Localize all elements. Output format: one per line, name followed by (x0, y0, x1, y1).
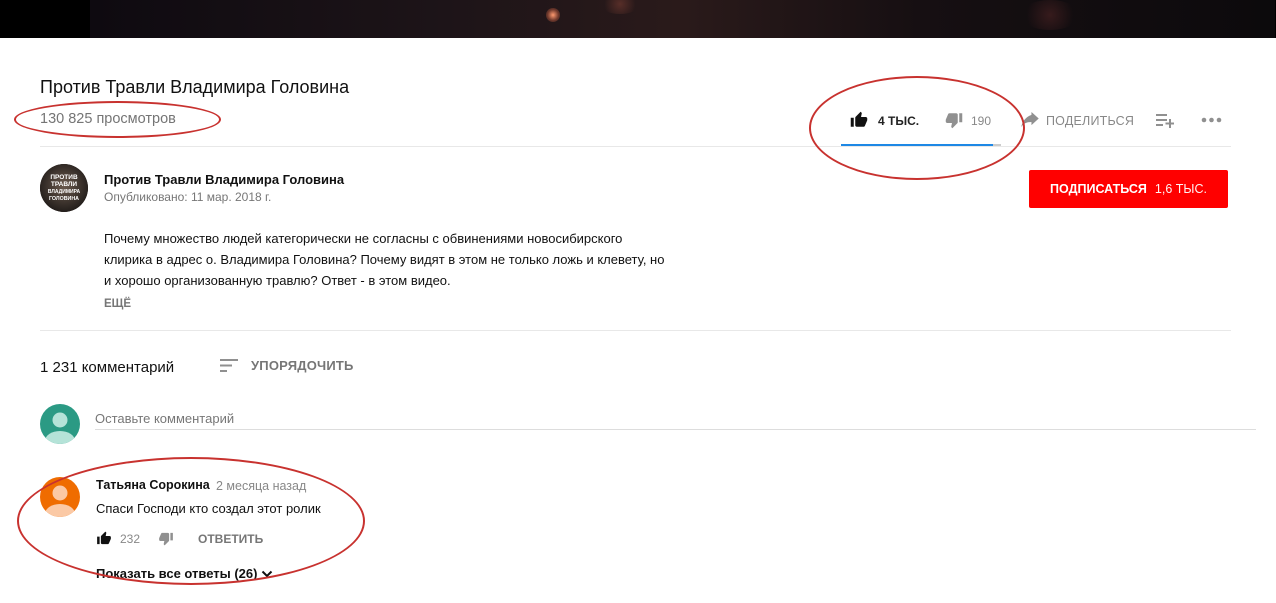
sort-icon[interactable] (220, 358, 239, 373)
reply-button[interactable]: ОТВЕТИТЬ (198, 532, 263, 546)
like-count[interactable]: 4 ТЫС. (878, 114, 919, 128)
more-icon[interactable] (1201, 117, 1222, 123)
commenter-avatar[interactable] (40, 477, 80, 517)
comments-count: 1 231 комментарий (40, 359, 175, 376)
divider (40, 146, 1231, 147)
comment-timestamp[interactable]: 2 месяца назад (216, 479, 306, 493)
share-icon[interactable] (1021, 112, 1039, 128)
channel-name[interactable]: Против Травли Владимира Головина (104, 172, 344, 187)
video-description: Почему множество людей категорически не … (104, 228, 724, 291)
comment-like-count: 232 (120, 532, 141, 546)
subscribe-label: ПОДПИСАТЬСЯ (1050, 182, 1147, 196)
svg-text:ТРАВЛИ: ТРАВЛИ (51, 181, 78, 188)
default-avatar-icon (45, 485, 75, 517)
annotation-ellipse-likes (809, 76, 1025, 180)
description-line: и хорошо организованную травлю? Ответ - … (104, 273, 451, 288)
description-line: клирика в адрес о. Владимира Головина? П… (104, 252, 665, 267)
thumb-down-icon[interactable] (158, 531, 174, 546)
svg-text:ВЛАДИМИРА: ВЛАДИМИРА (48, 189, 81, 195)
video-frame (90, 0, 1275, 38)
show-replies-label: Показать все ответы (26) (96, 566, 258, 581)
channel-logo: ПРОТИВ ТРАВЛИ ВЛАДИМИРА ГОЛОВИНА (40, 164, 88, 212)
svg-text:ПРОТИВ: ПРОТИВ (50, 174, 78, 181)
publish-date: Опубликовано: 11 мар. 2018 г. (104, 190, 272, 204)
user-avatar (40, 404, 80, 444)
view-count: 130 825 просмотров (40, 111, 176, 127)
video-title: Против Травли Владимира Головина (40, 77, 350, 97)
svg-text:ГОЛОВИНА: ГОЛОВИНА (49, 196, 79, 202)
video-light (546, 8, 560, 22)
subscriber-count: 1,6 ТЫС. (1154, 182, 1207, 196)
chevron-down-icon (262, 570, 273, 577)
thumb-up-icon[interactable] (849, 111, 869, 129)
sort-button[interactable]: УПОРЯДОЧИТЬ (251, 358, 354, 373)
comment-input[interactable] (95, 407, 1256, 430)
dislike-count[interactable]: 190 (971, 114, 991, 128)
subscribe-button[interactable]: ПОДПИСАТЬСЯ 1,6 ТЫС. (1029, 170, 1228, 208)
video-player[interactable] (0, 0, 1276, 38)
comment-text: Спаси Господи кто создал этот ролик (96, 501, 321, 516)
default-avatar-icon (45, 412, 75, 444)
video-light (1020, 0, 1080, 30)
thumb-down-icon[interactable] (944, 111, 964, 129)
description-line: Почему множество людей категорически не … (104, 231, 623, 246)
show-replies-button[interactable]: Показать все ответы (26) (96, 566, 273, 581)
add-to-playlist-icon[interactable] (1156, 112, 1174, 128)
share-button[interactable]: ПОДЕЛИТЬСЯ (1046, 114, 1134, 128)
divider (40, 330, 1231, 331)
comment-author[interactable]: Татьяна Сорокина (96, 478, 210, 492)
thumb-up-icon[interactable] (96, 531, 112, 546)
channel-avatar[interactable]: ПРОТИВ ТРАВЛИ ВЛАДИМИРА ГОЛОВИНА (40, 164, 88, 212)
show-more-button[interactable]: ЕЩЁ (104, 298, 131, 310)
